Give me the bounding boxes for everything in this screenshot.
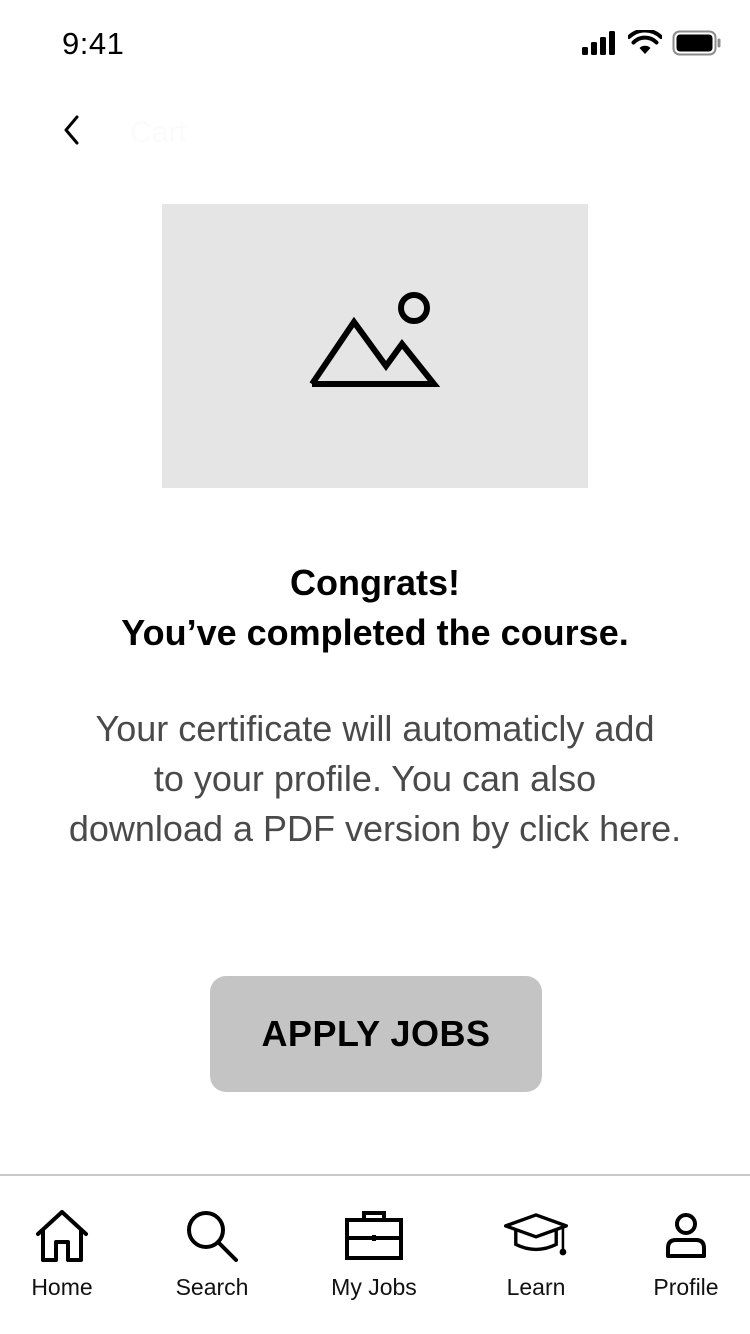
message-line-1: Your certificate will automaticly add — [95, 708, 655, 749]
home-icon — [30, 1204, 94, 1268]
apply-jobs-button[interactable]: APPLY JOBS — [210, 976, 542, 1092]
back-button[interactable] — [48, 108, 96, 156]
tab-my-jobs-label: My Jobs — [331, 1274, 417, 1300]
bottom-tab-bar: Home Search My Jobs Learn Profile — [0, 1174, 750, 1334]
message-line-3[interactable]: download a PDF version by click here. — [40, 804, 710, 854]
headline-line-1: Congrats! — [290, 562, 460, 603]
cellular-signal-icon — [582, 31, 618, 60]
tab-home[interactable]: Home — [2, 1204, 122, 1314]
chevron-left-icon — [62, 114, 82, 151]
tab-profile-label: Profile — [653, 1274, 719, 1300]
status-time: 9:41 — [62, 26, 125, 61]
battery-icon — [672, 30, 722, 61]
tab-search[interactable]: Search — [152, 1204, 272, 1314]
course-complete-screen: 9:41 Cart Congrats! You’ve completed the… — [0, 0, 750, 1334]
image-placeholder-icon — [308, 291, 442, 401]
tab-home-label: Home — [31, 1274, 93, 1300]
person-icon — [654, 1204, 718, 1268]
wifi-icon — [627, 28, 663, 61]
certificate-image-placeholder — [162, 204, 588, 488]
headline-line-2: You’ve completed the course. — [121, 612, 629, 653]
tab-learn-label: Learn — [506, 1274, 566, 1300]
nav-title: Cart — [130, 116, 187, 149]
nav-bar: Cart — [0, 100, 750, 164]
tab-learn[interactable]: Learn — [476, 1204, 596, 1314]
tab-my-jobs[interactable]: My Jobs — [314, 1204, 434, 1314]
tab-profile[interactable]: Profile — [626, 1204, 746, 1314]
certificate-message: Your certificate will automaticly add to… — [40, 704, 710, 854]
graduation-cap-icon — [504, 1204, 568, 1268]
message-line-2: to your profile. You can also — [153, 758, 597, 799]
briefcase-icon — [342, 1204, 406, 1268]
tab-search-label: Search — [175, 1274, 249, 1300]
congrats-headline: Congrats! You’ve completed the course. — [0, 558, 750, 658]
status-icons — [582, 28, 722, 61]
search-icon — [180, 1204, 244, 1268]
status-bar: 9:41 — [0, 0, 750, 88]
